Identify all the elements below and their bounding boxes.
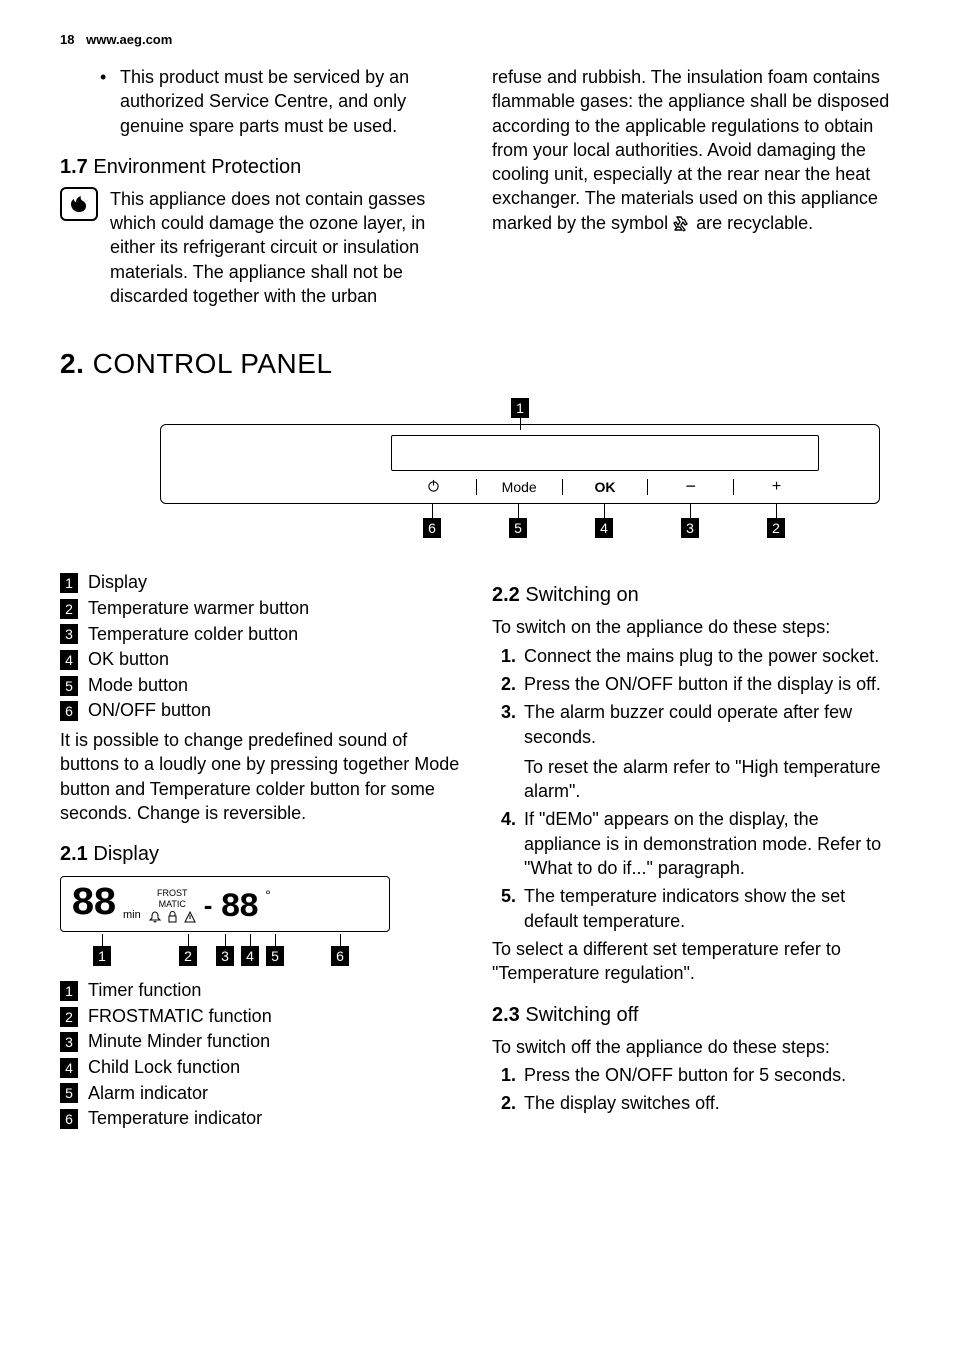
callout-6: 6 [423,518,441,538]
seg-right: 88 [220,891,257,925]
bell-icon [149,911,161,925]
section-2-2-heading: 2.2 Switching on [492,584,894,607]
section-2-heading: 2. CONTROL PANEL [60,348,894,380]
button-row: Mode OK − + [391,476,819,497]
callout-2: 2 [767,518,785,538]
power-button-label [391,479,476,495]
display-window [391,435,819,471]
page-number: 18 [60,32,74,47]
minus-sign: - [204,890,213,921]
bullet-icon: • [100,65,120,138]
min-label: min [123,909,141,921]
env-text-col2: refuse and rubbish. The insulation foam … [492,65,894,235]
bullet-text: This product must be serviced by an auth… [120,65,462,138]
env-text-col1: This appliance does not contain gasses w… [110,187,462,308]
bullet-item: • This product must be serviced by an au… [100,65,462,138]
header-url: www.aeg.com [86,32,172,47]
environment-icon [60,187,98,221]
section-2-1-heading: 2.1 Display [60,843,462,866]
control-panel-diagram: 1 Mode OK − + [160,398,880,546]
plus-button-label: + [734,478,819,496]
mode-button-label: Mode [477,479,562,495]
control-panel-legend: 1Display 2Temperature warmer button 3Tem… [60,572,462,722]
minus-button-label: − [648,476,733,497]
display-legend: 1Timer function 2FROSTMATIC function 3Mi… [60,980,462,1130]
s22-outro: To select a different set temperature re… [492,937,894,986]
s22-sub3: To reset the alarm refer to "High temper… [524,755,894,804]
lock-icon [167,911,178,925]
panel-frame: Mode OK − + [160,424,880,504]
recycle-icon [673,216,691,232]
callout-3: 3 [681,518,699,538]
section-2-3-heading: 2.3 Switching off [492,1004,894,1027]
callout-4: 4 [595,518,613,538]
callout-1: 1 [511,398,529,418]
callout-5: 5 [509,518,527,538]
s23-intro: To switch off the appliance do these ste… [492,1035,894,1059]
page-header: 18 www.aeg.com [60,32,894,47]
display-diagram: 88 min FROST MATIC - 88 ° [60,876,390,970]
ok-button-label: OK [563,479,648,495]
s22-intro: To switch on the appliance do these step… [492,615,894,639]
alarm-icon [184,911,196,925]
seg-left: 88 [71,885,115,925]
section-1-7-heading: 1.7 Environment Protection [60,156,462,179]
cp-note: It is possible to change predefined soun… [60,728,462,825]
degree-icon: ° [265,887,271,903]
